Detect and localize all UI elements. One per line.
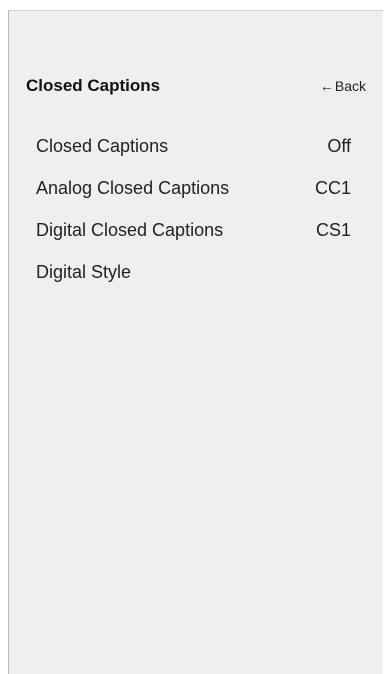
caption-settings-menu: Closed Captions Off Analog Closed Captio… xyxy=(36,131,351,299)
back-label: Back xyxy=(334,78,366,94)
back-button[interactable]: ←Back xyxy=(320,73,366,99)
menu-item-label: Digital Style xyxy=(36,262,132,282)
menu-item-value: CS1 xyxy=(315,220,351,240)
page-title: Closed Captions xyxy=(26,76,161,95)
settings-panel: Closed Captions ←Back Closed Captions Of… xyxy=(8,10,383,674)
menu-item-digital-style[interactable]: Digital Style xyxy=(36,257,351,299)
menu-item-label: Analog Closed Captions xyxy=(36,178,230,198)
menu-item-label: Digital Closed Captions xyxy=(36,220,224,240)
menu-item-value: Off xyxy=(327,136,351,156)
menu-item-analog-closed-captions[interactable]: Analog Closed Captions CC1 xyxy=(36,173,351,215)
menu-item-value: CC1 xyxy=(314,178,351,198)
menu-item-closed-captions[interactable]: Closed Captions Off xyxy=(36,131,351,173)
menu-item-digital-closed-captions[interactable]: Digital Closed Captions CS1 xyxy=(36,215,351,257)
menu-item-label: Closed Captions xyxy=(36,136,169,156)
left-arrow-icon: ← xyxy=(319,78,334,94)
panel-header: Closed Captions ←Back xyxy=(26,73,366,99)
